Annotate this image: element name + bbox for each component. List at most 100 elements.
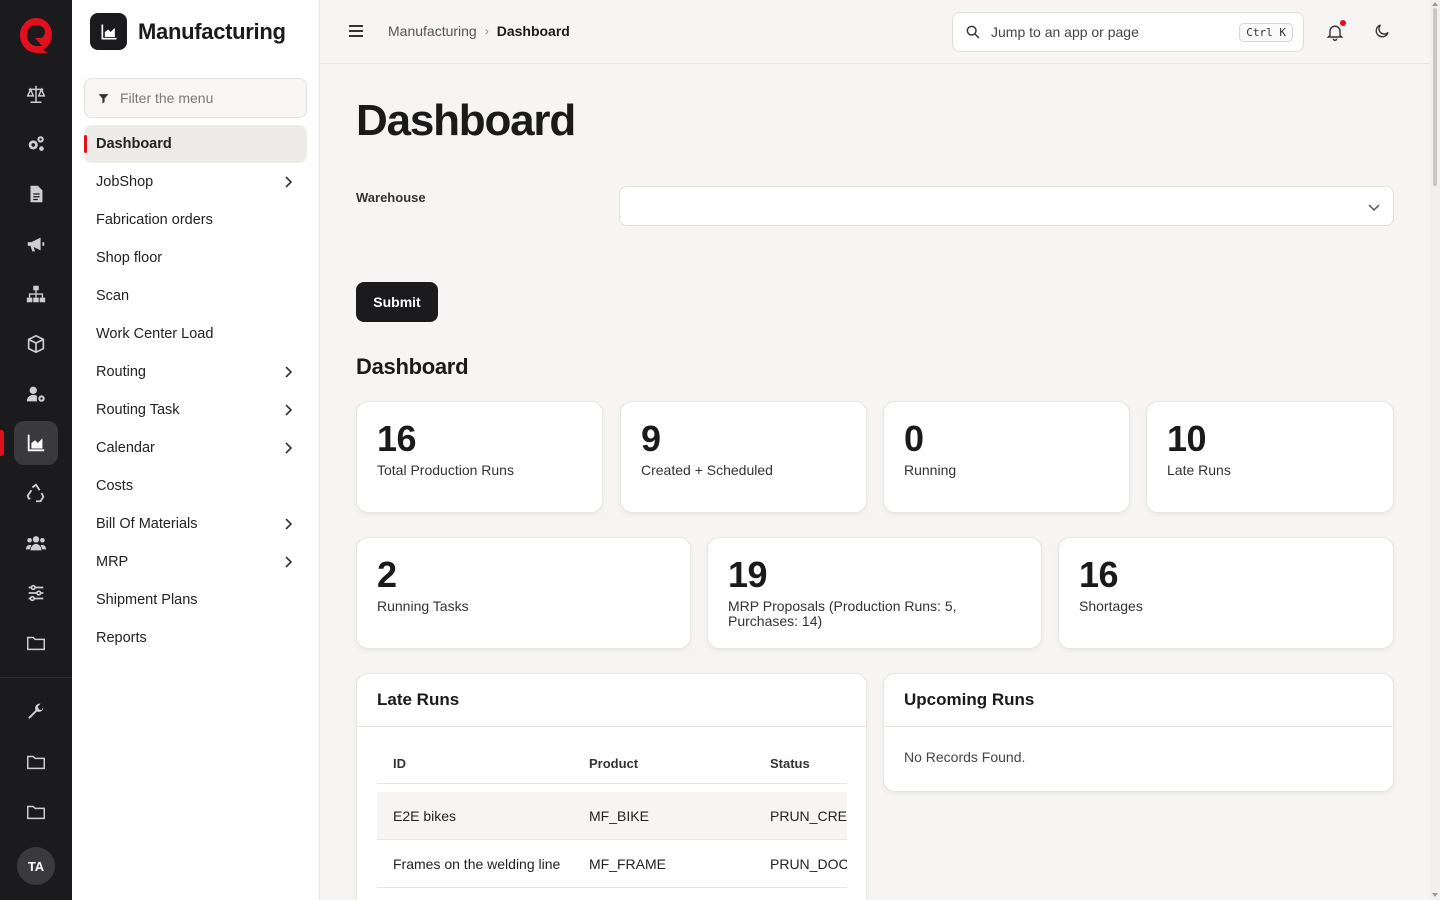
user-avatar[interactable]: TA: [17, 847, 55, 885]
stat-value: 16: [377, 418, 417, 459]
sidebar-item-fabrication-orders[interactable]: Fabrication orders: [84, 201, 307, 239]
stat-card-shortages[interactable]: 16 Shortages: [1058, 537, 1394, 649]
sidebar-item-bill-of-materials[interactable]: Bill Of Materials: [84, 505, 307, 543]
late-runs-table: ID Product Status E2E bikes MF_BIKE PRUN…: [377, 744, 847, 888]
page-scrollbar[interactable]: [1430, 0, 1440, 900]
chevron-right-icon: [285, 442, 293, 454]
wrench-icon[interactable]: [14, 690, 58, 734]
document-icon[interactable]: [14, 172, 58, 216]
sidebar-item-shipment-plans[interactable]: Shipment Plans: [84, 581, 307, 619]
submit-button[interactable]: Submit: [356, 282, 438, 322]
upcoming-runs-panel: Upcoming Runs No Records Found.: [883, 673, 1394, 792]
recycle-icon[interactable]: [14, 471, 58, 515]
sidebar-item-reports[interactable]: Reports: [84, 619, 307, 657]
table-header: ID Product Status: [377, 744, 847, 784]
panel-divider: [357, 726, 866, 727]
sitemap-icon[interactable]: [14, 272, 58, 316]
stat-card-running-tasks[interactable]: 2 Running Tasks: [356, 537, 691, 649]
stat-value: 16: [1079, 554, 1119, 595]
scroll-down-arrow-icon[interactable]: [1431, 891, 1439, 899]
sidebar-item-dashboard[interactable]: Dashboard: [84, 125, 307, 163]
breadcrumb-current: Dashboard: [496, 23, 570, 39]
chevron-right-icon: [285, 176, 293, 188]
sidebar-item-label: MRP: [96, 554, 129, 570]
sidebar-item-label: Work Center Load: [96, 326, 214, 342]
sidebar-item-costs[interactable]: Costs: [84, 467, 307, 505]
users-icon[interactable]: [14, 521, 58, 565]
stat-card-created-scheduled[interactable]: 9 Created + Scheduled: [620, 401, 867, 513]
stat-card-running[interactable]: 0 Running: [883, 401, 1130, 513]
folder-icon[interactable]: [14, 621, 58, 665]
stat-value: 2: [377, 554, 397, 595]
breadcrumb-parent[interactable]: Manufacturing: [388, 23, 477, 39]
user-settings-icon[interactable]: [14, 372, 58, 416]
stat-label: Running Tasks: [377, 598, 469, 614]
stat-label: Running: [904, 462, 957, 478]
stat-card-total-production-runs[interactable]: 16 Total Production Runs: [356, 401, 603, 513]
sidebar-item-label: Dashboard: [96, 136, 172, 152]
sidebar-item-scan[interactable]: Scan: [84, 277, 307, 315]
sidebar-item-label: JobShop: [96, 174, 154, 190]
cell-id: E2E bikes: [393, 807, 457, 824]
column-header-id[interactable]: ID: [377, 756, 573, 771]
column-header-product[interactable]: Product: [573, 756, 753, 771]
filter-icon: [98, 93, 109, 103]
scrollbar-thumb[interactable]: [1433, 8, 1437, 186]
factory-chart-icon[interactable]: [14, 421, 58, 465]
search-icon: [966, 25, 980, 39]
active-rail-marker: [0, 430, 4, 456]
warehouse-select[interactable]: [619, 186, 1394, 226]
late-runs-panel: Late Runs ID Product Status E2E bikes MF…: [356, 673, 867, 900]
sidebar-item-jobshop[interactable]: JobShop: [84, 163, 307, 201]
megaphone-icon[interactable]: [14, 222, 58, 266]
sidebar-item-routing-task[interactable]: Routing Task: [84, 391, 307, 429]
sidebar-item-calendar[interactable]: Calendar: [84, 429, 307, 467]
command-search[interactable]: Jump to an app or page Ctrl K: [952, 12, 1304, 52]
sidebar-item-shop-floor[interactable]: Shop floor: [84, 239, 307, 277]
stat-value: 19: [728, 554, 768, 595]
gears-icon[interactable]: [14, 122, 58, 166]
menu-filter[interactable]: [84, 78, 307, 118]
page-title: Dashboard: [356, 96, 576, 145]
sidebar-item-label: Routing: [96, 364, 146, 380]
cube-icon[interactable]: [14, 322, 58, 366]
section-title: Dashboard: [356, 354, 469, 379]
stat-card-late-runs[interactable]: 10 Late Runs: [1146, 401, 1394, 513]
factory-chart-icon: [90, 13, 127, 50]
folder-icon[interactable]: [14, 740, 58, 784]
sidebar-menu: Dashboard JobShop Fabrication orders Shop f…: [84, 125, 307, 657]
brand-logo-icon[interactable]: [18, 16, 54, 54]
stat-card-mrp-proposals[interactable]: 19 MRP Proposals (Production Runs: 5, Pu…: [707, 537, 1042, 649]
module-title: Manufacturing: [138, 18, 286, 44]
breadcrumb: Manufacturing › Dashboard: [388, 23, 570, 39]
folder-icon[interactable]: [14, 790, 58, 834]
dark-mode-moon-icon[interactable]: [1373, 22, 1391, 40]
sidebar-item-label: Reports: [96, 630, 147, 646]
table-row[interactable]: E2E bikes MF_BIKE PRUN_CREATED: [377, 792, 847, 840]
panel-divider: [884, 726, 1393, 727]
cell-status: PRUN_CREATED: [770, 807, 847, 824]
sidebar-item-label: Shop floor: [96, 250, 163, 266]
search-shortcut: Ctrl K: [1239, 22, 1293, 42]
column-header-status[interactable]: Status: [753, 756, 847, 771]
sidebar-item-mrp[interactable]: MRP: [84, 543, 307, 581]
sidebar-item-label: Calendar: [96, 440, 155, 456]
warehouse-label: Warehouse: [356, 190, 426, 205]
menu-filter-input[interactable]: [120, 90, 290, 106]
sidebar-item-label: Scan: [96, 288, 130, 304]
table-row[interactable]: Frames on the welding line MF_FRAME PRUN…: [377, 840, 847, 888]
scroll-up-arrow-icon[interactable]: [1431, 0, 1439, 8]
table-gap: [377, 784, 847, 792]
balance-scale-icon[interactable]: [14, 72, 58, 116]
stat-value: 0: [904, 418, 924, 459]
search-placeholder: Jump to an app or page: [991, 24, 1139, 40]
sliders-icon[interactable]: [14, 571, 58, 615]
sidebar-item-routing[interactable]: Routing: [84, 353, 307, 391]
breadcrumb-separator-icon: ›: [484, 24, 489, 38]
stat-label: Created + Scheduled: [641, 462, 773, 478]
cell-id: Frames on the welding line: [393, 855, 561, 872]
sidebar-item-work-center-load[interactable]: Work Center Load: [84, 315, 307, 353]
hamburger-menu-icon[interactable]: [347, 22, 365, 40]
notification-dot: [1340, 20, 1346, 26]
chevron-right-icon: [285, 404, 293, 416]
